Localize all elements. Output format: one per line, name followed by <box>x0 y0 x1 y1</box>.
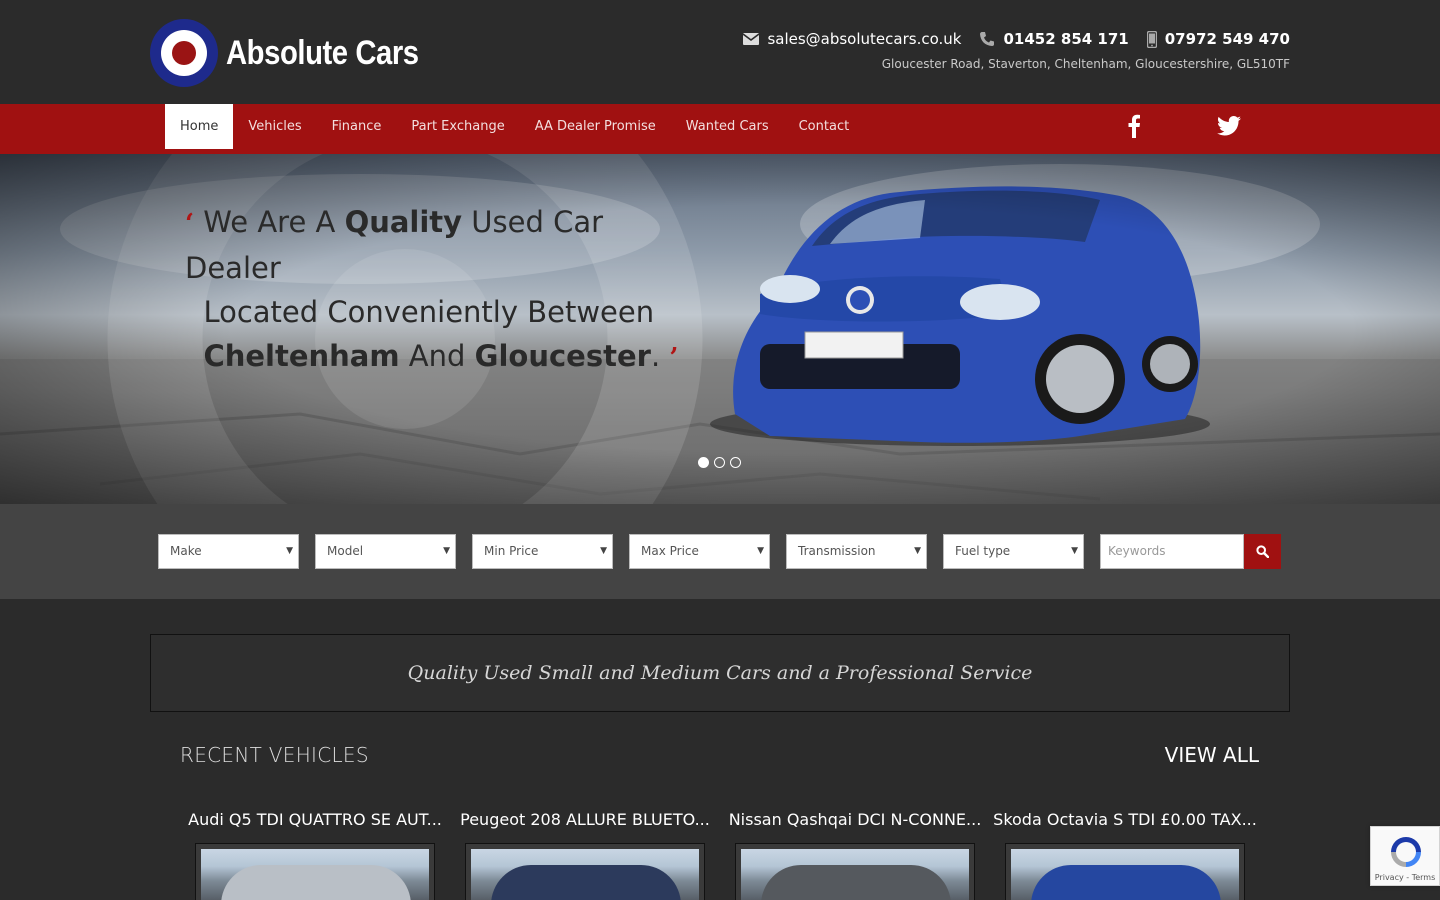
hero-text-and: And <box>399 339 475 373</box>
fuel-type-select[interactable]: Fuel type ▼ <box>943 534 1084 569</box>
hero-text-line2: Located Conveniently Between <box>203 295 655 329</box>
nav-item-part-exchange[interactable]: Part Exchange <box>396 104 519 149</box>
vehicle-photo-frame[interactable] <box>465 843 705 900</box>
vehicle-title[interactable]: Skoda Octavia S TDI £0.00 TAX... <box>990 810 1260 829</box>
phone-link[interactable]: 01452 854 171 <box>979 30 1129 48</box>
vehicle-photo-frame[interactable] <box>195 843 435 900</box>
model-select-label: Model <box>327 544 364 558</box>
dropdown-arrow-icon: ▼ <box>1071 546 1078 556</box>
vehicle-card[interactable]: Audi Q5 TDI QUATTRO SE AUT... <box>180 810 450 900</box>
min-price-select[interactable]: Min Price ▼ <box>472 534 613 569</box>
view-all-link[interactable]: VIEW ALL <box>1165 743 1259 767</box>
vehicle-card[interactable]: Nissan Qashqai DCI N-CONNE... <box>720 810 990 900</box>
logo[interactable]: Absolute Cars <box>150 19 450 87</box>
vehicle-photo <box>471 849 699 900</box>
mobile-link[interactable]: 07972 549 470 <box>1146 30 1290 48</box>
facebook-link[interactable] <box>1127 111 1141 141</box>
hero-text-line1-a: We Are A <box>203 205 345 239</box>
slider-dot-3[interactable] <box>730 457 741 468</box>
phone-text: 01452 854 171 <box>1003 30 1129 48</box>
recaptcha-badge[interactable]: Privacy - Terms <box>1370 826 1440 886</box>
vehicle-photo-frame[interactable] <box>1005 843 1245 900</box>
model-select[interactable]: Model ▼ <box>315 534 456 569</box>
phone-icon <box>980 32 995 46</box>
nav-item-contact[interactable]: Contact <box>784 104 865 149</box>
search-button[interactable] <box>1244 534 1281 569</box>
dropdown-arrow-icon: ▼ <box>286 546 293 556</box>
make-select-label: Make <box>170 544 202 558</box>
recaptcha-icon <box>1391 837 1421 867</box>
vehicle-search-bar: Make ▼ Model ▼ Min Price ▼ Max Price ▼ Trans… <box>0 504 1440 599</box>
max-price-select-label: Max Price <box>641 544 699 558</box>
vehicle-photo <box>201 849 429 900</box>
hero-text-period: . <box>650 339 661 373</box>
hero-text-quality: Quality <box>344 205 463 239</box>
site-header: Absolute Cars sales@absolutecars.co.uk 0… <box>0 0 1440 104</box>
hero-quote: ‘ We Are A Quality Used Car Dealer Locat… <box>185 200 705 380</box>
email-text: sales@absolutecars.co.uk <box>767 30 962 48</box>
vehicle-card[interactable]: Skoda Octavia S TDI £0.00 TAX... <box>990 810 1260 900</box>
close-quote-mark: ’ <box>669 343 679 373</box>
nav-item-aa-dealer-promise[interactable]: AA Dealer Promise <box>520 104 671 149</box>
slider-dot-1[interactable] <box>698 457 709 468</box>
vehicle-title[interactable]: Nissan Qashqai DCI N-CONNE... <box>720 810 990 829</box>
nav-item-vehicles[interactable]: Vehicles <box>233 104 316 149</box>
make-select[interactable]: Make ▼ <box>158 534 299 569</box>
nav-item-wanted-cars[interactable]: Wanted Cars <box>671 104 784 149</box>
keywords-input[interactable]: Keywords <box>1100 534 1244 569</box>
max-price-select[interactable]: Max Price ▼ <box>629 534 770 569</box>
recaptcha-links[interactable]: Privacy - Terms <box>1371 873 1439 882</box>
mobile-icon <box>1146 30 1157 48</box>
vehicle-photo-frame[interactable] <box>735 843 975 900</box>
transmission-select-label: Transmission <box>798 544 876 558</box>
fuel-type-select-label: Fuel type <box>955 544 1011 558</box>
logo-text: Absolute Cars <box>226 33 419 72</box>
search-icon <box>1256 545 1269 558</box>
slider-dot-2[interactable] <box>714 457 725 468</box>
open-quote-mark: ‘ <box>185 209 195 239</box>
hero-text-gloucester: Gloucester <box>474 339 651 373</box>
contact-bar: sales@absolutecars.co.uk 01452 854 171 0… <box>743 30 1290 48</box>
email-link[interactable]: sales@absolutecars.co.uk <box>743 30 961 48</box>
hero-slider: ‘ We Are A Quality Used Car Dealer Locat… <box>0 154 1440 504</box>
transmission-select[interactable]: Transmission ▼ <box>786 534 927 569</box>
dropdown-arrow-icon: ▼ <box>443 546 450 556</box>
slider-dots <box>698 457 741 468</box>
dropdown-arrow-icon: ▼ <box>914 546 921 556</box>
vehicle-card[interactable]: Peugeot 208 ALLURE BLUETO... <box>450 810 720 900</box>
min-price-select-label: Min Price <box>484 544 539 558</box>
tagline: Quality Used Small and Medium Cars and a… <box>150 634 1290 712</box>
facebook-icon <box>1128 114 1140 138</box>
hero-text-cheltenham: Cheltenham <box>203 339 400 373</box>
vehicle-photo <box>741 849 969 900</box>
dropdown-arrow-icon: ▼ <box>757 546 764 556</box>
twitter-link[interactable] <box>1217 111 1241 141</box>
dropdown-arrow-icon: ▼ <box>600 546 607 556</box>
envelope-icon <box>743 33 760 45</box>
nav-item-home[interactable]: Home <box>165 104 234 149</box>
twitter-icon <box>1217 116 1241 136</box>
vehicle-photo <box>1011 849 1239 900</box>
vehicle-title[interactable]: Peugeot 208 ALLURE BLUETO... <box>450 810 720 829</box>
roundel-logo-icon <box>150 19 218 87</box>
vehicle-title[interactable]: Audi Q5 TDI QUATTRO SE AUT... <box>180 810 450 829</box>
nav-item-finance[interactable]: Finance <box>317 104 397 149</box>
address: Gloucester Road, Staverton, Cheltenham, … <box>881 57 1290 71</box>
recent-vehicles-heading: RECENT VEHICLES <box>180 743 369 767</box>
mobile-text: 07972 549 470 <box>1164 30 1290 48</box>
